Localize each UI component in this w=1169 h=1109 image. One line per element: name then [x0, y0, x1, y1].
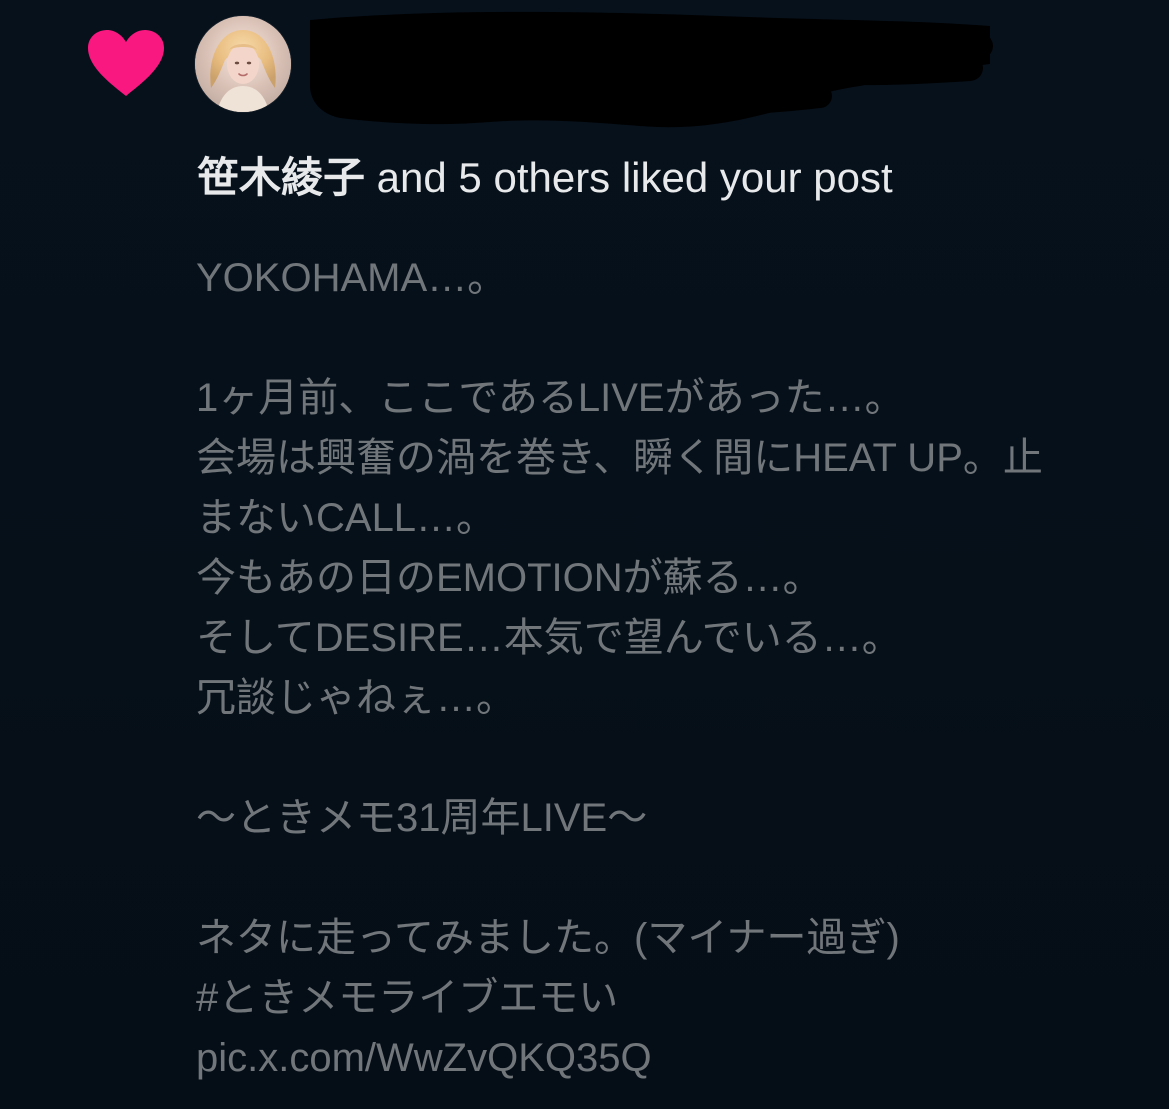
post-line: YOKOHAMA…。: [196, 256, 508, 300]
notification-action-text: and 5 others liked your post: [365, 154, 893, 201]
post-line: 〜ときメモ31周年LIVE〜: [196, 796, 648, 840]
post-line: 冗談じゃねぇ…。: [196, 676, 516, 720]
notification-summary: 笹木綾子 and 5 others liked your post: [197, 152, 893, 204]
liker-name-link[interactable]: 笹木綾子: [197, 154, 365, 201]
post-blank-line: [196, 308, 1126, 368]
post-blank-line: [196, 848, 1126, 908]
redacted-username-scribble: [300, 0, 1000, 140]
post-hashtag-link[interactable]: #ときメモライブエモい: [196, 968, 1126, 1028]
post-line: 今もあの日のEMOTIONが蘇る…。: [196, 556, 823, 600]
post-blank-line: [196, 728, 1126, 788]
heart-icon: [84, 28, 168, 98]
avatar[interactable]: [195, 16, 291, 112]
post-line: 1ヶ月前、ここであるLIVEがあった…。: [196, 376, 905, 420]
post-line: まないCALL…。: [196, 496, 497, 540]
liked-post-preview[interactable]: YOKOHAMA…。 1ヶ月前、ここであるLIVEがあった…。 会場は興奮の渦を…: [196, 248, 1126, 1088]
post-pic-link[interactable]: pic.x.com/WwZvQKQ35Q: [196, 1028, 1126, 1088]
post-line: そしてDESIRE…本気で望んでいる…。: [196, 616, 902, 660]
post-line: 会場は興奮の渦を巻き、瞬く間にHEAT UP。止: [196, 436, 1043, 480]
notification-screen: 笹木綾子 and 5 others liked your post YOKOHA…: [0, 0, 1169, 1109]
post-line: ネタに走ってみました。(マイナー過ぎ): [196, 916, 900, 960]
